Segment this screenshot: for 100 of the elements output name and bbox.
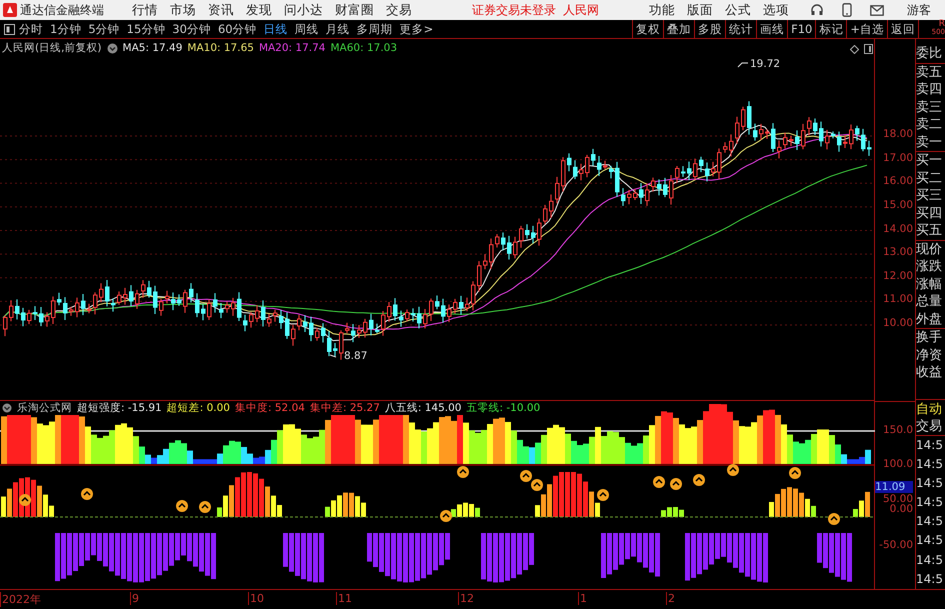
price-axis-label: 10.00: [882, 317, 914, 329]
quote-field-label: 卖三: [916, 98, 944, 116]
trade-time: 14:5: [916, 456, 944, 473]
trade-time: 14:5: [916, 532, 944, 550]
period-tab[interactable]: 1分钟: [50, 22, 82, 36]
indicator-axis-label: -50.00: [879, 539, 914, 551]
quote-field-label: 委比: [916, 45, 944, 62]
app-title: 通达信金融终端: [20, 2, 104, 18]
indicator-axis-label: 50.00: [882, 493, 914, 505]
menu-item[interactable]: 选项: [763, 2, 789, 18]
toolbar-button[interactable]: 画线: [756, 20, 788, 38]
menu-item[interactable]: 问小达: [284, 2, 323, 18]
date-axis-label: 9: [130, 592, 139, 605]
moving-average-value: MA60: 17.03: [330, 42, 398, 54]
date-axis-label: 2: [666, 592, 675, 605]
trade-time: 14:5: [916, 570, 944, 588]
period-tab[interactable]: 30分钟: [172, 22, 211, 36]
period-tab[interactable]: 周线: [294, 22, 319, 36]
period-tab[interactable]: 日线: [264, 22, 288, 36]
moving-average-value: MA10: 17.65: [187, 42, 254, 54]
period-tab[interactable]: 多周期: [356, 22, 393, 36]
toolbar-button[interactable]: 叠加: [663, 20, 694, 38]
quote-field-label: 换手: [916, 329, 944, 346]
quote-field-label: 涨跌: [916, 258, 944, 276]
auto-tab[interactable]: 自动: [916, 400, 945, 416]
period-tab[interactable]: 60分钟: [218, 22, 257, 36]
quote-field-label: 买四: [916, 204, 944, 222]
quote-field-label: 卖四: [916, 81, 944, 98]
quote-field-label: 卖二: [916, 116, 944, 134]
menu-item[interactable]: 版面: [687, 2, 713, 18]
menu-item[interactable]: 公式: [725, 2, 751, 18]
trade-time: 14:5: [916, 474, 944, 492]
quote-field-label: 净资: [916, 346, 944, 364]
moving-average-value: MA5: 17.49: [122, 42, 182, 54]
quote-field-label: 买五: [916, 222, 944, 240]
price-axis-label: 14.00: [882, 222, 914, 234]
trade-time: 14:5: [916, 494, 944, 512]
quote-field-label: 买三: [916, 187, 944, 204]
menu-item[interactable]: 发现: [246, 2, 272, 18]
date-axis-label: 10: [248, 592, 264, 605]
price-axis-label: 15.00: [882, 198, 914, 211]
quote-field-label: 现价: [916, 240, 944, 258]
trade-tab[interactable]: 交易: [916, 416, 945, 436]
quote-field-label: 总量: [916, 293, 944, 310]
menu-item[interactable]: 财富圈: [335, 2, 374, 18]
toolbar-button[interactable]: F10: [787, 20, 816, 38]
date-axis-label: 1: [578, 592, 587, 605]
price-axis-label: 18.00: [882, 128, 914, 140]
quote-field-label: 外盘: [916, 310, 944, 328]
toolbar-button[interactable]: 返回: [887, 20, 918, 38]
current-value-badge: 11.09: [875, 481, 914, 493]
toolbar-button[interactable]: 复权: [632, 20, 664, 38]
toolbar-button[interactable]: +自选: [846, 20, 887, 38]
quote-field-label: 卖五: [916, 64, 944, 81]
menu-item[interactable]: 市场: [170, 2, 196, 18]
quote-field-label: 涨幅: [916, 276, 944, 293]
trade-time: 14:5: [916, 552, 944, 569]
period-tab[interactable]: 更多>: [400, 22, 434, 36]
indicator-value: 超短差: 0.00: [166, 400, 230, 415]
toolbar-button[interactable]: 统计: [725, 20, 756, 38]
date-axis-label: 2022年: [0, 592, 41, 607]
chart-title: 人民网(日线,前复权): [2, 41, 102, 55]
price-axis-label: 16.00: [882, 175, 914, 188]
trade-time: 14:5: [916, 513, 944, 530]
indicator-axis-label: 150.0: [882, 424, 914, 436]
stock-name: 人民网: [563, 2, 599, 18]
price-axis-label: 13.00: [882, 246, 914, 258]
indicator-value: 八五线: 145.00: [384, 400, 462, 415]
period-tab[interactable]: 分时: [19, 22, 43, 36]
corner-label: R: [938, 20, 945, 28]
indicator-value: 集中度: 52.04: [235, 400, 305, 415]
user-label[interactable]: 游客: [907, 2, 931, 18]
menu-item[interactable]: 功能: [649, 2, 675, 18]
price-axis-label: 11.00: [882, 293, 914, 306]
moving-average-value: MA20: 17.74: [258, 42, 326, 54]
period-tab[interactable]: 5分钟: [88, 22, 120, 36]
quote-field-label: 卖一: [916, 134, 944, 151]
quote-field-label: 收益: [916, 364, 944, 382]
login-notice: 证券交易未登录: [472, 2, 556, 18]
menu-item[interactable]: 资讯: [208, 2, 234, 18]
high-price-label: 19.72: [750, 58, 780, 70]
indicator-value: 超短强度: -15.91: [77, 400, 162, 415]
date-axis-label: 11: [336, 592, 352, 605]
price-axis-label: 12.00: [882, 270, 914, 282]
quote-field-label: 买一: [916, 152, 944, 170]
quote-field-label: 买二: [916, 170, 944, 187]
indicator-title: 乐淘公式网: [17, 400, 72, 415]
toolbar-button[interactable]: 多股: [694, 20, 726, 38]
toolbar-button[interactable]: 标记: [815, 20, 846, 38]
price-axis-label: 17.00: [882, 152, 914, 164]
indicator-value: 集中差: 25.27: [310, 400, 380, 415]
trade-time: 14:5: [916, 436, 944, 454]
menu-item[interactable]: 交易: [386, 2, 412, 18]
menu-item[interactable]: 行情: [132, 2, 158, 18]
low-price-label: 8.87: [344, 350, 368, 362]
indicator-axis-label: 100.0: [882, 458, 914, 470]
period-tab[interactable]: 15分钟: [126, 22, 166, 36]
period-tab[interactable]: 月线: [326, 22, 350, 36]
date-axis-label: 12: [458, 592, 474, 605]
indicator-value: 五零线: -10.00: [466, 400, 540, 415]
